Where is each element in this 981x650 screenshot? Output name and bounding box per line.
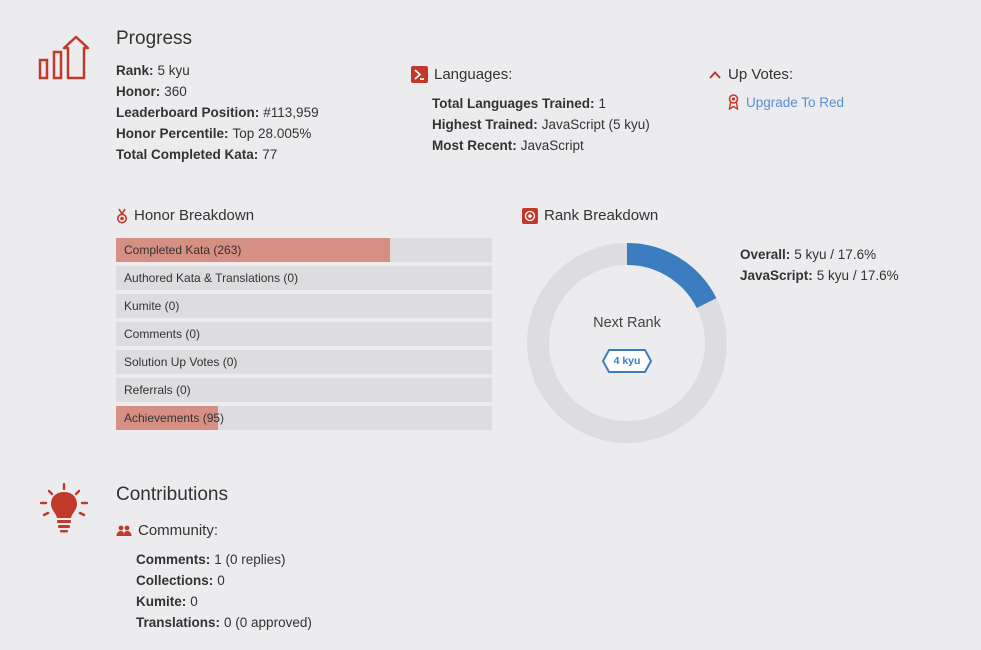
honor-bar-label: Kumite (0) [124, 299, 180, 313]
next-rank-value: 4 kyu [613, 355, 641, 367]
next-rank-badge: 4 kyu [601, 348, 653, 374]
upgrade-link-row[interactable]: Upgrade To Red [728, 94, 844, 110]
lightbulb-icon [38, 482, 90, 540]
honor-bar-row: Comments (0) [116, 322, 492, 346]
terminal-icon [411, 66, 428, 83]
stat-rank: Rank: 5 kyu [116, 63, 190, 78]
languages-stats: Total Languages Trained: 1 Highest Traine… [432, 93, 650, 156]
stat-kumite: Kumite: 0 [136, 594, 198, 609]
stat-collections: Collections: 0 [136, 573, 225, 588]
target-icon [522, 207, 538, 224]
honor-bar-row: Achievements (95) [116, 406, 492, 430]
next-rank-label: Next Rank [593, 315, 661, 331]
contributions-title: Contributions [116, 484, 228, 505]
community-title: Community: [116, 522, 218, 539]
donut-progress-arc [626, 243, 717, 309]
upgrade-to-red-link[interactable]: Upgrade To Red [746, 95, 844, 110]
badge-icon [728, 94, 739, 110]
stat-total-completed-kata: Total Completed Kata: 77 [116, 147, 278, 162]
stat-total-languages: Total Languages Trained: 1 [432, 96, 607, 111]
progress-title: Progress [116, 28, 193, 49]
rank-stats: Overall: 5 kyu / 17.6% JavaScript: 5 kyu /… [740, 244, 899, 286]
honor-bar-label: Achievements (95) [124, 411, 225, 425]
stat-highest-trained: Highest Trained: JavaScript (5 kyu) [432, 117, 650, 132]
languages-title: Languages: [411, 66, 512, 83]
honor-breakdown-bars: Completed Kata (263) Authored Kata & Tran… [116, 238, 492, 434]
rank-breakdown-title: Rank Breakdown [522, 207, 658, 224]
honor-bar-label: Solution Up Votes (0) [124, 355, 238, 369]
honor-bar-label: Authored Kata & Translations (0) [124, 271, 299, 285]
honor-bar-row: Referrals (0) [116, 378, 492, 402]
chevron-up-icon [708, 68, 722, 82]
stat-honor: Honor: 360 [116, 84, 187, 99]
stat-translations: Translations: 0 (0 approved) [136, 615, 312, 630]
honor-bar-label: Completed Kata (263) [124, 243, 242, 257]
stat-leaderboard-position: Leaderboard Position: #113,959 [116, 105, 319, 120]
medal-icon [116, 208, 128, 224]
honor-bar-row: Authored Kata & Translations (0) [116, 266, 492, 290]
upvotes-title: Up Votes: [708, 66, 793, 83]
stat-javascript-rank: JavaScript: 5 kyu / 17.6% [740, 268, 899, 283]
honor-bar-label: Referrals (0) [124, 383, 191, 397]
stat-honor-percentile: Honor Percentile: Top 28.005% [116, 126, 312, 141]
stat-most-recent: Most Recent: JavaScript [432, 138, 584, 153]
honor-bar-row: Solution Up Votes (0) [116, 350, 492, 374]
progress-chart-icon [36, 34, 92, 87]
rank-donut: Next Rank 4 kyu [527, 243, 727, 443]
community-stats: Comments: 1 (0 replies) Collections: 0 Kum… [136, 549, 312, 633]
honor-bar-row: Completed Kata (263) [116, 238, 492, 262]
honor-bar-row: Kumite (0) [116, 294, 492, 318]
progress-stats: Rank: 5 kyu Honor: 360 Leaderboard Positio… [116, 60, 319, 165]
honor-bar-label: Comments (0) [124, 327, 201, 341]
stat-comments: Comments: 1 (0 replies) [136, 552, 286, 567]
stat-overall-rank: Overall: 5 kyu / 17.6% [740, 247, 877, 262]
people-icon [116, 524, 132, 538]
honor-breakdown-title: Honor Breakdown [116, 207, 254, 224]
